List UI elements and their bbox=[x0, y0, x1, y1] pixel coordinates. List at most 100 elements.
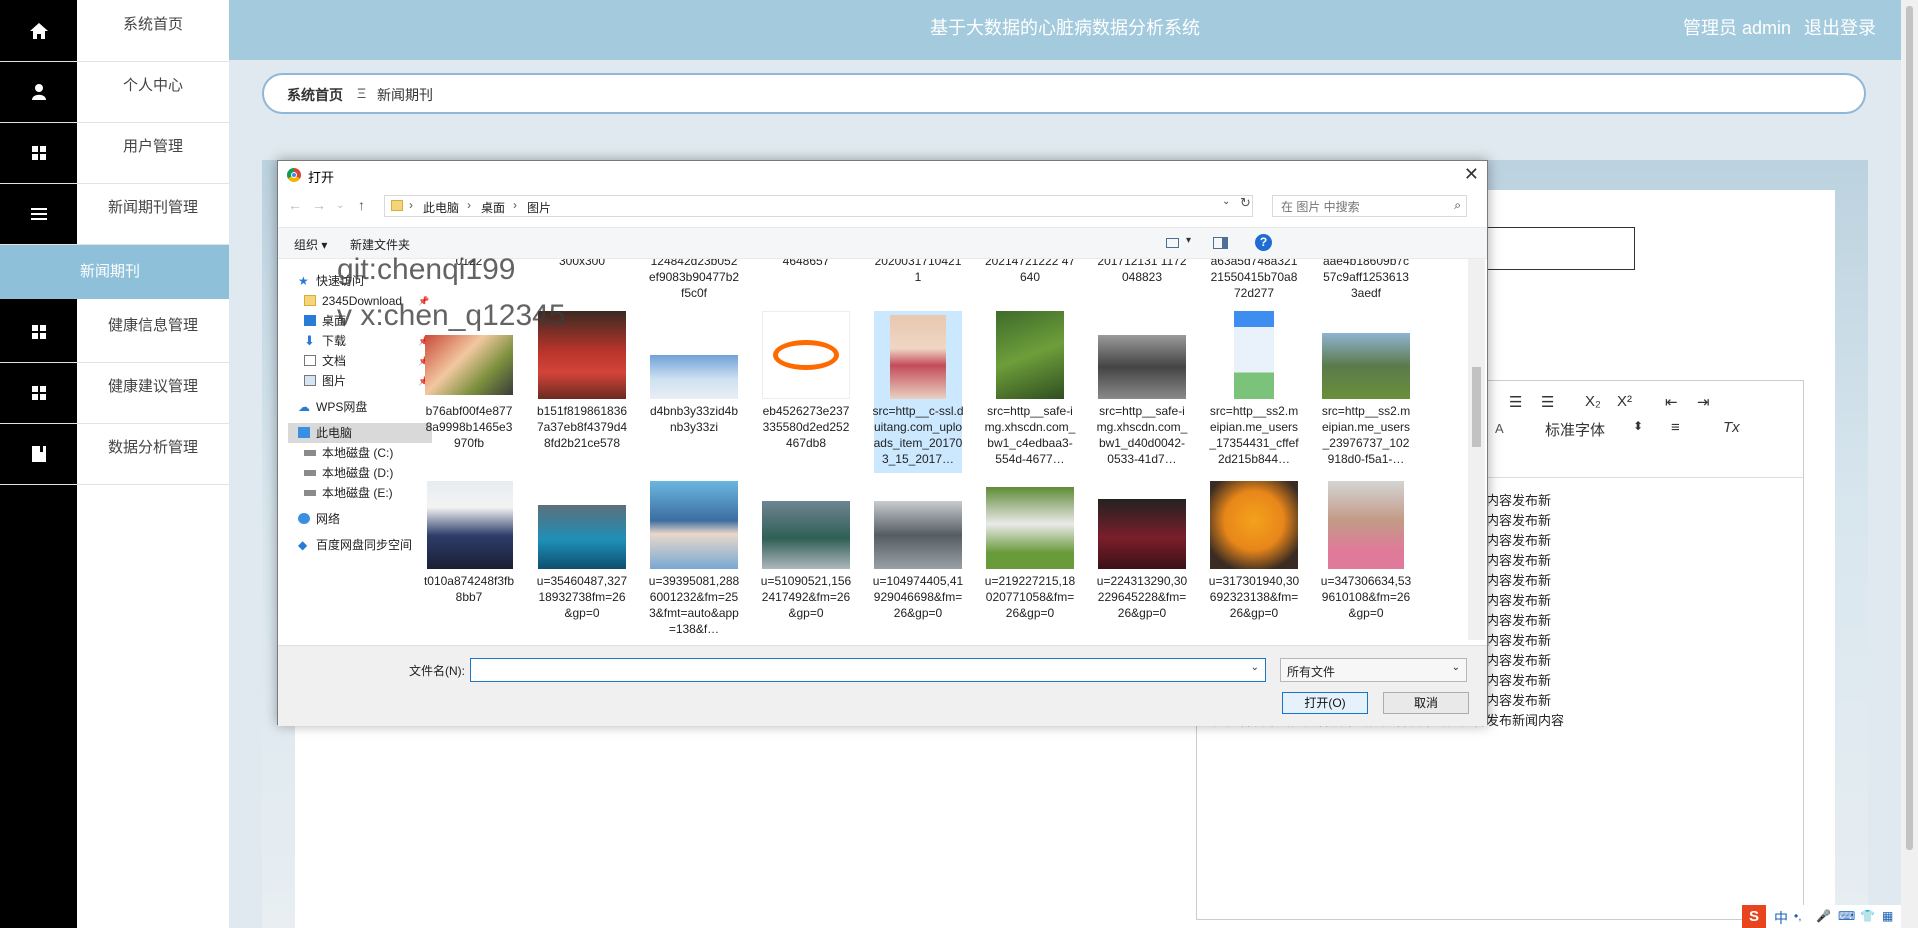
punctuation-icon[interactable]: •, bbox=[1794, 909, 1802, 923]
organize-menu[interactable]: 组织 ▾ bbox=[294, 236, 327, 253]
unordered-list-icon[interactable]: ☰ bbox=[1541, 393, 1554, 411]
file-list-scrollbar[interactable] bbox=[1468, 259, 1485, 640]
nav-downloads[interactable]: ⬇ 下载 📌 bbox=[304, 331, 429, 351]
ime-toolbar[interactable]: S 中 •, 🎤 ⌨ 👕 ▦ bbox=[1742, 905, 1901, 928]
file-item[interactable]: src=http__ss2.meipian.me_users_23976737_… bbox=[1322, 311, 1410, 469]
up-arrow-icon[interactable]: ↑ bbox=[358, 197, 365, 213]
file-item[interactable]: 20200317104211 bbox=[874, 259, 962, 301]
file-item[interactable]: 300x300 bbox=[538, 259, 626, 301]
font-size-icon[interactable]: A bbox=[1495, 421, 1504, 436]
path-segment[interactable]: 此电脑 bbox=[423, 199, 459, 216]
file-item[interactable]: u=104974405,41929046698&fm=26&gp=0 bbox=[873, 481, 963, 639]
microphone-icon[interactable]: 🎤 bbox=[1816, 909, 1831, 923]
breadcrumb-home[interactable]: 系统首页 bbox=[287, 85, 343, 105]
logout-link[interactable]: 退出登录 bbox=[1804, 18, 1876, 38]
nav-pictures[interactable]: 图片 📌 bbox=[304, 371, 429, 391]
file-item[interactable]: u=219227215,18020771058&fm=26&gp=0 bbox=[985, 481, 1075, 639]
address-bar[interactable]: › 此电脑 › 桌面 › 图片 bbox=[384, 195, 1253, 217]
recent-dropdown-icon[interactable]: ⌄ bbox=[336, 200, 344, 211]
chevron-down-icon[interactable]: ⌄ bbox=[1251, 662, 1259, 673]
file-item[interactable]: 20214721222 47640 bbox=[985, 259, 1075, 301]
indent-icon[interactable]: ⇥ bbox=[1697, 393, 1710, 411]
nav-drive-d[interactable]: 本地磁盘 (D:) bbox=[304, 463, 428, 483]
sidebar-item-data-analysis[interactable]: 数据分析管理 bbox=[0, 423, 229, 485]
file-item[interactable]: 201712131 1172048823 bbox=[1097, 259, 1186, 301]
nav-drive-c[interactable]: 本地磁盘 (C:) bbox=[304, 443, 428, 463]
ordered-list-icon[interactable]: ☰ bbox=[1509, 393, 1522, 411]
file-item[interactable]: eb4526273e237335580d2ed252467db8 bbox=[762, 311, 850, 469]
title-input[interactable] bbox=[1470, 227, 1635, 270]
file-item[interactable]: b151f8198618367a37eb8f4379d48fd2b21ce578 bbox=[537, 311, 627, 469]
file-item[interactable]: src=http__safe-img.xhscdn.com_bw1_d40d00… bbox=[1097, 311, 1187, 469]
filename-input[interactable] bbox=[471, 659, 1245, 683]
file-item[interactable]: a63a5d748a32121550415b70a872d277 bbox=[1210, 259, 1298, 301]
file-item[interactable]: u=317301940,30692323138&fm=26&gp=0 bbox=[1209, 481, 1299, 639]
skin-icon[interactable]: 👕 bbox=[1860, 909, 1875, 923]
sidebar-item-health-advice[interactable]: 健康建议管理 bbox=[0, 362, 229, 424]
file-item[interactable]: t010a874248f3fb8bb7 bbox=[424, 481, 514, 639]
file-item[interactable]: u=39395081,2886001232&fm=253&fmt=auto&ap… bbox=[649, 481, 739, 639]
address-dropdown-icon[interactable]: ⌄ bbox=[1222, 196, 1230, 207]
outdent-icon[interactable]: ⇤ bbox=[1665, 393, 1678, 411]
sidebar-item-news-manage[interactable]: 新闻期刊管理 bbox=[0, 183, 229, 245]
filetype-select[interactable]: 所有文件 ⌄ bbox=[1280, 658, 1467, 682]
file-item-selected[interactable]: src=http__c-ssl.duitang.com_uploads_item… bbox=[872, 311, 964, 473]
toolbox-icon[interactable]: ▦ bbox=[1882, 909, 1893, 923]
alibaba-logo-thumbnail bbox=[762, 311, 850, 399]
picture-icon bbox=[304, 375, 316, 386]
path-segment[interactable]: 图片 bbox=[527, 199, 551, 216]
chevron-down-icon: ⌄ bbox=[1451, 662, 1460, 673]
search-box[interactable]: ⌕ bbox=[1272, 195, 1467, 218]
font-family-select[interactable]: 标准字体 bbox=[1545, 419, 1605, 440]
file-item[interactable]: u=35460487,32718932738fm=26&gp=0 bbox=[537, 481, 627, 639]
chevron-down-icon[interactable]: ▾ bbox=[1186, 235, 1191, 246]
preview-pane-icon[interactable] bbox=[1213, 237, 1228, 249]
file-item[interactable]: u=224313290,30229645228&fm=26&gp=0 bbox=[1097, 481, 1187, 639]
sidebar-item-health-info[interactable]: 健康信息管理 bbox=[0, 301, 229, 363]
filename-box[interactable]: ⌄ bbox=[470, 658, 1266, 683]
clear-format-button[interactable]: Tx bbox=[1723, 419, 1740, 436]
file-item[interactable]: src=http__ss2.meipian.me_users_17354431_… bbox=[1209, 311, 1299, 469]
refresh-icon[interactable]: ↻ bbox=[1240, 195, 1251, 211]
file-item[interactable]: b76abf00f4e8778a9998b1465e3970fb bbox=[425, 311, 513, 469]
file-item[interactable]: d4bnb3y33zid4bnb3y33zi bbox=[650, 311, 738, 469]
page-scrollbar[interactable] bbox=[1901, 0, 1918, 928]
file-item[interactable]: 4648657 bbox=[762, 259, 850, 301]
view-mode-icon[interactable] bbox=[1166, 238, 1179, 248]
back-arrow-icon[interactable]: ← bbox=[288, 197, 302, 213]
keyboard-icon[interactable]: ⌨ bbox=[1838, 909, 1855, 923]
filetype-value: 所有文件 bbox=[1287, 665, 1336, 679]
nav-documents[interactable]: 文档 📌 bbox=[304, 351, 429, 371]
nav-wps[interactable]: ☁ WPS网盘 bbox=[298, 397, 428, 417]
chinese-mode-icon[interactable]: 中 bbox=[1774, 908, 1788, 928]
file-item[interactable]: 124842d23b052ef9083b90477b2f5c0f bbox=[649, 259, 739, 301]
folder-icon bbox=[391, 200, 403, 211]
watermark-text: v x:chen_q12345 bbox=[337, 299, 566, 332]
sidebar-item-home[interactable]: 系统首页 bbox=[0, 0, 229, 62]
file-item[interactable]: aae4b18609b7c57c9aff12536133aedf bbox=[1322, 259, 1410, 301]
file-item[interactable]: u=347306634,539610108&fm=26&gp=0 bbox=[1321, 481, 1411, 639]
nav-drive-e[interactable]: 本地磁盘 (E:) bbox=[304, 483, 428, 503]
new-folder-button[interactable]: 新建文件夹 bbox=[350, 236, 410, 253]
sidebar-item-news[interactable]: 新闻期刊 bbox=[0, 245, 229, 299]
image-thumbnail bbox=[890, 315, 946, 399]
align-icon[interactable]: ≡ bbox=[1671, 419, 1680, 436]
close-icon[interactable]: ✕ bbox=[1464, 164, 1479, 185]
file-item[interactable]: src=http__safe-img.xhscdn.com_bw1_c4edba… bbox=[985, 311, 1075, 469]
cancel-button[interactable]: 取消 bbox=[1383, 692, 1469, 714]
sidebar-item-users[interactable]: 用户管理 bbox=[0, 122, 229, 184]
sidebar-item-profile[interactable]: 个人中心 bbox=[0, 61, 229, 123]
image-thumbnail bbox=[1234, 311, 1274, 399]
nav-this-pc[interactable]: 此电脑 bbox=[288, 423, 432, 443]
path-segment[interactable]: 桌面 bbox=[481, 199, 505, 216]
search-input[interactable] bbox=[1273, 196, 1453, 218]
forward-arrow-icon[interactable]: → bbox=[312, 197, 326, 213]
open-button[interactable]: 打开(O) bbox=[1282, 692, 1368, 714]
help-icon[interactable]: ? bbox=[1255, 234, 1272, 251]
sidebar-item-label: 数据分析管理 bbox=[107, 439, 198, 456]
file-item[interactable]: u=51090521,1562417492&fm=26&gp=0 bbox=[761, 481, 851, 639]
superscript-button[interactable]: X² bbox=[1617, 393, 1632, 410]
nav-baidu-sync[interactable]: ◆ 百度网盘同步空间 bbox=[298, 535, 432, 555]
nav-network[interactable]: 网络 bbox=[298, 509, 428, 529]
subscript-button[interactable]: X₂ bbox=[1585, 393, 1601, 410]
